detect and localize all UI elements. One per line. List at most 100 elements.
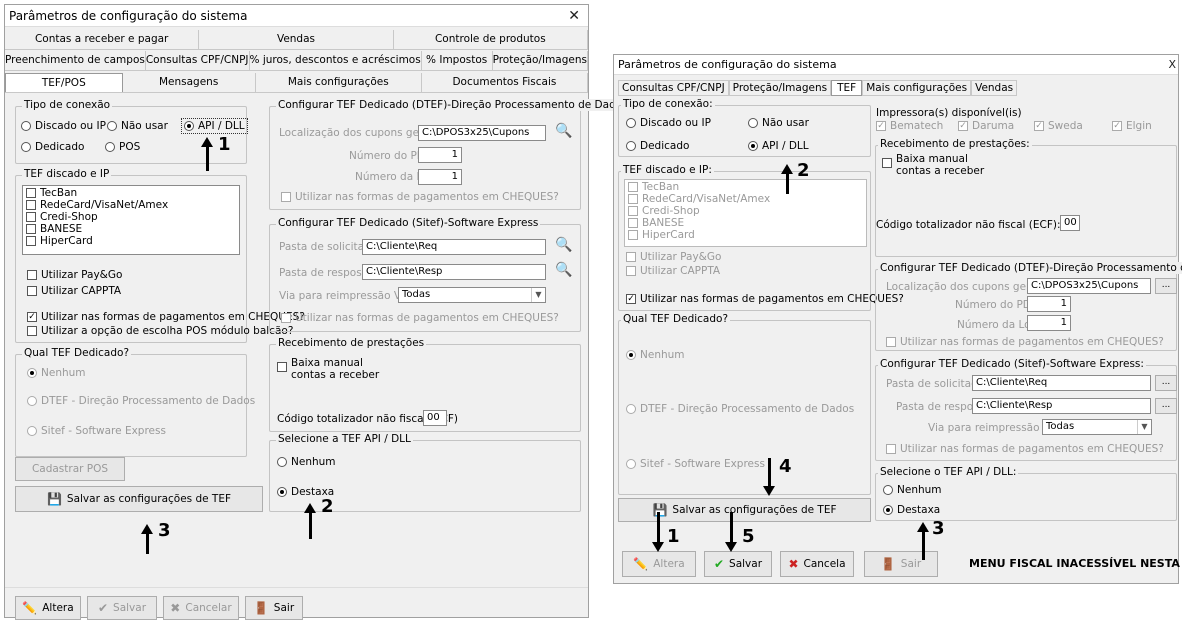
sair-button[interactable]: 🚪 Sair	[245, 596, 303, 620]
radio-nenhum-dedicado[interactable]: Nenhum	[27, 367, 86, 379]
tab-mensagens[interactable]: Mensagens	[123, 73, 256, 92]
search-icon[interactable]: 🔍	[555, 262, 572, 278]
dtef-loja-input[interactable]: 1	[1027, 315, 1071, 331]
dtef-cheques-checkbox[interactable]: Utilizar nas formas de pagamentos em CHE…	[886, 336, 1164, 348]
sitef-sol-input[interactable]: C:\Cliente\Req	[362, 239, 546, 255]
list-item[interactable]: TecBan	[628, 181, 863, 193]
radio-dtef[interactable]: DTEF - Direção Processamento de Dados	[626, 403, 854, 415]
tab-vendas[interactable]: Vendas	[971, 80, 1018, 96]
search-icon[interactable]: 🔍	[555, 237, 572, 253]
dtef-loja-input[interactable]: 1	[418, 169, 462, 185]
radio-dtef[interactable]: DTEF - Direção Processamento de Dados	[27, 395, 255, 407]
tab-impostos[interactable]: % Impostos	[422, 51, 493, 70]
altera-button[interactable]: ✏️ Altera	[15, 596, 81, 620]
radio-nenhum-dedicado[interactable]: Nenhum	[626, 349, 685, 361]
radio-api-nenhum[interactable]: Nenhum	[277, 456, 336, 468]
dtef-loc-input[interactable]: C:\DPOS3x25\Cupons	[418, 125, 546, 141]
sitef-resp-input[interactable]: C:\Cliente\Resp	[972, 398, 1151, 414]
list-item[interactable]: BANESE	[628, 217, 863, 229]
tef-ip-list[interactable]: TecBan RedeCard/VisaNet/Amex Credi-Shop …	[624, 179, 867, 247]
checkbox-cheques[interactable]: ✓ Utilizar nas formas de pagamentos em CH…	[626, 293, 904, 305]
cancela-button[interactable]: ✖ Cancela	[780, 551, 854, 577]
codigo-input[interactable]: 00	[1060, 215, 1080, 231]
checkbox-elgin[interactable]: ✓ Elgin	[1112, 120, 1152, 132]
altera-button[interactable]: ✏️ Altera	[622, 551, 696, 577]
radio-nao-usar[interactable]: Não usar	[748, 117, 809, 129]
radio-api-nenhum[interactable]: Nenhum	[883, 484, 942, 496]
list-item[interactable]: RedeCard/VisaNet/Amex	[26, 199, 236, 211]
list-item[interactable]: RedeCard/VisaNet/Amex	[628, 193, 863, 205]
tab-controle-produtos[interactable]: Controle de produtos	[394, 30, 588, 49]
close-icon[interactable]: ✕	[568, 5, 580, 27]
checkbox-paygo[interactable]: Utilizar Pay&Go	[27, 269, 122, 281]
checkbox-pos-balcao[interactable]: Utilizar a opção de escolha POS módulo b…	[27, 325, 293, 337]
list-item[interactable]: Credi-Shop	[628, 205, 863, 217]
radio-sitef[interactable]: Sitef - Software Express	[27, 425, 166, 437]
radio-destaxa[interactable]: Destaxa	[883, 504, 940, 516]
salvar-tef-button[interactable]: 💾 Salvar as configurações de TEF	[618, 498, 871, 522]
checkbox-cheques[interactable]: ✓ Utilizar nas formas de pagamentos em CH…	[27, 311, 305, 323]
tab-vendas[interactable]: Vendas	[199, 30, 394, 49]
checkbox-cappta[interactable]: Utilizar CAPPTA	[27, 285, 121, 297]
tab-tef-pos[interactable]: TEF/POS	[5, 73, 123, 92]
tef-ip-list[interactable]: TecBan RedeCard/VisaNet/Amex Credi-Shop …	[22, 185, 240, 255]
dtef-loc-input[interactable]: C:\DPOS3x25\Cupons	[1027, 278, 1151, 294]
sitef-resp-input[interactable]: C:\Cliente\Resp	[362, 264, 546, 280]
tab-contas[interactable]: Contas a receber e pagar	[5, 30, 200, 49]
checkbox-bematech[interactable]: ✓ Bematech	[876, 120, 943, 132]
annotation-arrow	[917, 522, 929, 560]
tab-protecao[interactable]: Proteção/Imagens	[493, 51, 588, 70]
tab-protecao[interactable]: Proteção/Imagens	[728, 80, 832, 96]
baixa-manual-checkbox[interactable]: Baixa manual contas a receber	[882, 153, 1002, 177]
checkbox-cappta[interactable]: Utilizar CAPPTA	[626, 265, 720, 277]
tab-documentos[interactable]: Documentos Fiscais	[422, 73, 588, 92]
radio-nao-usar[interactable]: Não usar	[107, 120, 168, 132]
radio-discado[interactable]: Discado ou IP	[21, 120, 106, 132]
list-item[interactable]: HiperCard	[628, 229, 863, 241]
browse-button[interactable]: ...	[1155, 375, 1177, 391]
sitef-via-select[interactable]: Todas ▼	[398, 287, 546, 303]
sair-button[interactable]: 🚪 Sair	[864, 551, 938, 577]
tab-mais-config[interactable]: Mais configurações	[256, 73, 422, 92]
checkbox-paygo[interactable]: Utilizar Pay&Go	[626, 251, 721, 263]
checkbox-sweda[interactable]: ✓ Sweda	[1034, 120, 1083, 132]
sitef-cheques-checkbox[interactable]: Utilizar nas formas de pagamentos em CHE…	[886, 443, 1164, 455]
list-item[interactable]: TecBan	[26, 187, 236, 199]
salvar-tef-button[interactable]: 💾 Salvar as configurações de TEF	[15, 486, 263, 512]
tab-tef[interactable]: TEF	[831, 80, 863, 96]
search-icon[interactable]: 🔍	[555, 123, 572, 139]
radio-pos[interactable]: POS	[105, 141, 140, 153]
close-icon[interactable]: X	[1168, 55, 1176, 75]
list-item[interactable]: Credi-Shop	[26, 211, 236, 223]
list-item[interactable]: HiperCard	[26, 235, 236, 247]
baixa-manual-checkbox[interactable]: Baixa manual contas a receber	[277, 357, 397, 381]
dtef-pdv-input[interactable]: 1	[1027, 296, 1071, 312]
radio-api-dll[interactable]: API / DLL	[748, 140, 809, 152]
checkbox-daruma[interactable]: ✓ Daruma	[958, 120, 1014, 132]
radio-dedicado[interactable]: Dedicado	[21, 141, 84, 153]
tab-consultas[interactable]: Consultas CPF/CNPJ	[146, 51, 250, 70]
tab-preenchimento[interactable]: Preenchimento de campos	[5, 51, 146, 70]
sitef-via-select[interactable]: Todas ▼	[1042, 419, 1152, 435]
salvar-button[interactable]: ✔ Salvar	[87, 596, 157, 620]
tab-mais-config[interactable]: Mais configurações	[862, 80, 972, 96]
radio-sitef[interactable]: Sitef - Software Express	[626, 458, 765, 470]
browse-button[interactable]: ...	[1155, 398, 1177, 414]
radio-dedicado[interactable]: Dedicado	[626, 140, 689, 152]
radio-discado[interactable]: Discado ou IP	[626, 117, 711, 129]
sitef-sol-input[interactable]: C:\Cliente\Req	[972, 375, 1151, 391]
radio-api-dll[interactable]: API / DLL	[181, 118, 248, 134]
group-title: Selecione a TEF API / DLL	[276, 433, 413, 445]
tab-juros[interactable]: % juros, descontos e acréscimos	[250, 51, 422, 70]
cadastrar-pos-button[interactable]: Cadastrar POS	[15, 457, 125, 481]
codigo-input[interactable]: 00	[423, 410, 447, 426]
tab-consultas[interactable]: Consultas CPF/CNPJ	[618, 80, 729, 96]
dtef-pdv-input[interactable]: 1	[418, 147, 462, 163]
list-item[interactable]: BANESE	[26, 223, 236, 235]
sitef-cheques-checkbox[interactable]: Utilizar nas formas de pagamentos em CHE…	[281, 312, 559, 324]
dtef-cheques-checkbox[interactable]: Utilizar nas formas de pagamentos em CHE…	[281, 191, 559, 203]
browse-button[interactable]: ...	[1155, 278, 1177, 294]
cancelar-button[interactable]: ✖ Cancelar	[163, 596, 239, 620]
group-title: Configurar TEF Dedicado (Sitef)-Software…	[276, 217, 541, 229]
salvar-button[interactable]: ✔ Salvar	[704, 551, 772, 577]
